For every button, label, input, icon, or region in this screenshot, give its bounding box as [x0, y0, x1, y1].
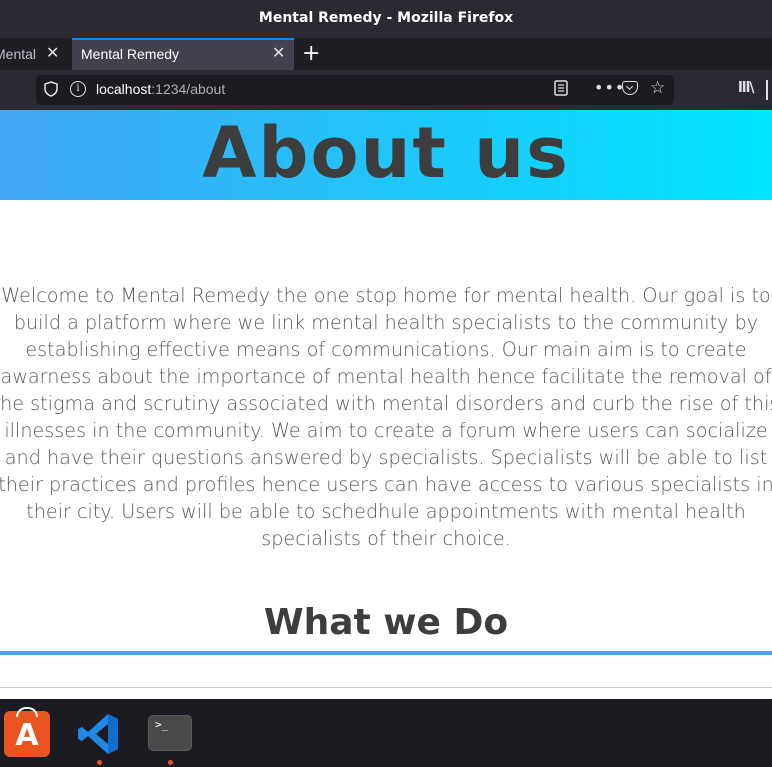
window-title: Mental Remedy - Mozilla Firefox — [258, 10, 514, 26]
vscode-icon[interactable] — [76, 711, 122, 757]
terminal-icon[interactable]: >_ — [148, 715, 192, 751]
section-heading-what-we-do: What we Do — [263, 602, 509, 643]
pocket-icon[interactable] — [622, 81, 638, 95]
tab-close-icon[interactable]: ✕ — [46, 43, 59, 63]
terminal-prompt: >_ — [155, 718, 169, 731]
reader-view-icon[interactable] — [554, 80, 568, 100]
bookmark-star-icon[interactable]: ☆ — [650, 78, 665, 98]
tab-close-icon[interactable]: ✕ — [272, 43, 285, 63]
terminal-running-indicator — [168, 760, 173, 765]
page-title: About us — [202, 112, 570, 194]
site-info-icon[interactable]: i — [70, 81, 86, 97]
sidebar-icon[interactable] — [766, 80, 772, 100]
about-hero-banner: About us — [0, 110, 772, 200]
tab-label: Mental Remedy - F — [0, 46, 36, 62]
ubuntu-software-icon[interactable]: A — [4, 707, 50, 757]
url-path: :1234/about — [151, 81, 226, 97]
tracking-protection-icon[interactable] — [44, 81, 60, 99]
horizontal-scrollbar[interactable] — [0, 687, 772, 688]
appstore-letter: A — [15, 718, 39, 753]
window-titlebar: Mental Remedy - Mozilla Firefox — [0, 0, 772, 38]
back-button[interactable] — [0, 76, 30, 104]
address-bar[interactable]: i localhost:1234/about ••• ☆ — [36, 75, 674, 105]
page-actions-icon[interactable]: ••• — [594, 78, 625, 97]
section-divider — [0, 651, 772, 655]
vscode-running-indicator — [97, 760, 102, 765]
navigation-toolbar: i localhost:1234/about ••• ☆ lll\ — [0, 70, 772, 110]
shopping-bag-handle — [16, 707, 38, 717]
tab-strip: Mental Remedy - F ✕ Mental Remedy ✕ + — [0, 38, 772, 70]
tab-mental-remedy-active[interactable]: Mental Remedy ✕ — [72, 38, 294, 70]
tab-mental-remedy-previous[interactable]: Mental Remedy - F ✕ — [0, 38, 70, 70]
new-tab-icon[interactable]: + — [302, 41, 320, 66]
desktop-dock: A >_ — [0, 699, 772, 767]
url-host: localhost — [96, 81, 152, 97]
about-intro-paragraph: Welcome to Mental Remedy the one stop ho… — [0, 284, 772, 550]
tab-label: Mental Remedy — [81, 46, 180, 62]
page-viewport: About us Welcome to Mental Remedy the on… — [0, 110, 772, 688]
url-text[interactable]: localhost:1234/about — [96, 81, 225, 97]
library-icon[interactable]: lll\ — [738, 80, 754, 96]
